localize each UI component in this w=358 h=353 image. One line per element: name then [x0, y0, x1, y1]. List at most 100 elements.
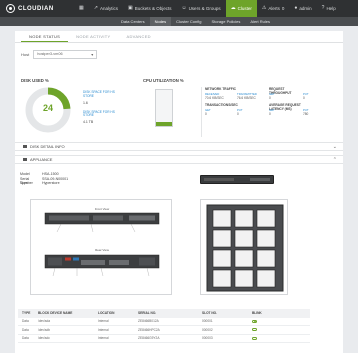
brand-name: CLOUDIAN [18, 5, 54, 12]
network-value: 0 [269, 96, 271, 100]
topnav-item-dashboard[interactable]: ▦ [74, 0, 89, 17]
network-stats-grid: NETWORK TRAFFIC REQUEST THROUGHPUT RECEIVE… [205, 87, 339, 119]
table-cell: ZE8466B012A [138, 319, 159, 324]
table-cell: ZE8466HPC2A [138, 327, 160, 332]
column-header: SLOT NO. [202, 311, 218, 316]
server-front-image [200, 175, 274, 184]
callout-line [130, 223, 136, 233]
drive-bays-svg [206, 204, 284, 292]
network-value: 0 [237, 112, 239, 116]
subnav-storage-policies[interactable]: Storage Policies [206, 17, 245, 26]
table-cell: 000002 [202, 327, 213, 332]
drive-bay[interactable] [212, 209, 232, 228]
blink-toggle[interactable] [252, 328, 257, 332]
port-red [65, 257, 71, 261]
disk-legend-label: DISK SPACE FOR HS STORE [83, 90, 115, 98]
front-bay [49, 215, 89, 221]
drive-bay[interactable] [256, 269, 276, 288]
help-icon: ? [321, 5, 325, 11]
drive-bay[interactable] [234, 229, 254, 248]
host-select[interactable]: hostper3-vm06 ▾ [33, 49, 98, 59]
blink-toggle[interactable] [252, 319, 257, 323]
subnav-alert-rules[interactable]: Alert Rules [245, 17, 275, 26]
topnav-label: Help [326, 6, 336, 11]
drive-bay[interactable] [234, 209, 254, 228]
subnav-cluster-config[interactable]: Cluster Config [171, 17, 206, 26]
alert-count-badge: 0 [281, 6, 285, 11]
appliance-drive-bays [200, 199, 288, 295]
appliance-info: Model HSA-1500 Serial Number SSA-09-N00001 T… [20, 172, 68, 186]
topnav-item-users-groups[interactable]: ☺ Users & Groups [176, 0, 225, 17]
topnav-item-admin[interactable]: ● admin [289, 0, 316, 17]
disk-legend-value: 1.6 [83, 100, 88, 105]
rear-io [109, 260, 129, 265]
topnav-item-alerts[interactable]: ⚠ Alerts 0 [257, 0, 290, 17]
table-cell: /dev/sdb [38, 327, 51, 332]
topnav-label: Users & Groups [188, 6, 221, 11]
disk-legend-value: 4.1 TB [83, 120, 94, 125]
table-cell: Data [22, 336, 29, 341]
column-header: TYPE [22, 311, 31, 316]
table-cell: /dev/sdc [38, 336, 50, 341]
top-nav-bar: CLOUDIAN ▦ ↗ Analytics ▣ Buckets & Objects ☺ U… [0, 0, 358, 17]
callout-line [56, 223, 62, 233]
table-cell: 000003 [202, 336, 213, 341]
disk-table-header: TYPE BLOCK DEVICE NAME LOCATION SERIAL NO. S… [18, 309, 310, 318]
tab-node-activity[interactable]: NODE ACTIVITY [68, 31, 118, 42]
drive-bay[interactable] [212, 249, 232, 268]
disk-used-percent: 24 [42, 103, 53, 113]
cluster-sub-nav: Data Centers Nodes Cluster Config Storage P… [0, 17, 358, 26]
drive-bay[interactable] [234, 269, 254, 288]
subnav-nodes[interactable]: Nodes [149, 17, 172, 26]
section-label: DISK DETAIL INFO [30, 144, 65, 149]
network-value: 780 [303, 112, 309, 116]
topnav-item-analytics[interactable]: ↗ Analytics [89, 0, 123, 17]
node-status-panel: NODE STATUS NODE ACTIVITY ADVANCED Host ho… [15, 31, 343, 353]
cluster-icon: ☁ [230, 5, 236, 11]
tab-node-status[interactable]: NODE STATUS [21, 31, 69, 42]
drive-bay[interactable] [212, 229, 232, 248]
analytics-icon: ↗ [93, 5, 98, 11]
cloudian-logo[interactable]: CLOUDIAN [0, 4, 74, 13]
host-label: Host [21, 51, 30, 57]
network-value: 76.6 KB/SEC [237, 96, 256, 100]
topnav-label: Buckets & Objects [134, 6, 172, 11]
drive-bay[interactable] [256, 209, 276, 228]
drive-bay[interactable] [212, 269, 232, 288]
appliance-section-header[interactable]: APPLIANCE ⌃ [15, 155, 343, 164]
disk-legend-label: DISK SPACE FOR HS STORE [83, 109, 115, 118]
table-cell: Data [22, 327, 29, 332]
table-cell: ZE8466G9Y2A [138, 336, 160, 341]
front-bay [129, 215, 155, 221]
table-cell: /dev/sda [38, 319, 51, 324]
appliance-info-row: Type Hyperstore [20, 181, 68, 186]
tab-advanced[interactable]: ADVANCED [119, 31, 159, 42]
alert-icon: ⚠ [261, 5, 267, 11]
blink-toggle[interactable] [252, 336, 257, 340]
chevron-up-icon: ⌃ [332, 157, 337, 163]
column-header: LOCATION [98, 311, 115, 316]
appliance-diagram-svg: Front View Rear View [44, 207, 160, 277]
port-blue [73, 257, 79, 261]
appliance-info-value: Hyperstore [42, 181, 60, 185]
topnav-item-cluster[interactable]: ☁ Cluster [225, 0, 257, 17]
network-value: 0 [205, 112, 207, 116]
column-header: BLINK [252, 311, 262, 316]
drive-bay[interactable] [234, 249, 254, 268]
column-header: BLOCK DEVICE NAME [38, 311, 73, 316]
drive-bay[interactable] [256, 249, 276, 268]
topnav-label: Alerts [268, 6, 280, 11]
top-nav: ▦ ↗ Analytics ▣ Buckets & Objects ☺ Users & Gr… [74, 0, 341, 17]
appliance-icon [23, 158, 27, 161]
topnav-item-help[interactable]: ? Help [317, 0, 341, 17]
chevron-down-icon: ▾ [91, 51, 94, 57]
subnav-data-centers[interactable]: Data Centers [116, 17, 150, 26]
table-cell: Internal [98, 336, 109, 341]
drive-bay[interactable] [256, 229, 276, 248]
disk-detail-section-header[interactable]: DISK DETAIL INFO ⌄ [15, 142, 343, 151]
topnav-item-buckets-objects[interactable]: ▣ Buckets & Objects [123, 0, 177, 17]
host-selector-row: Host hostper3-vm06 ▾ [21, 49, 343, 59]
disk-icon [23, 145, 27, 148]
network-value: 70.6 KB/SEC [205, 96, 224, 100]
section-label: APPLIANCE [30, 157, 53, 162]
